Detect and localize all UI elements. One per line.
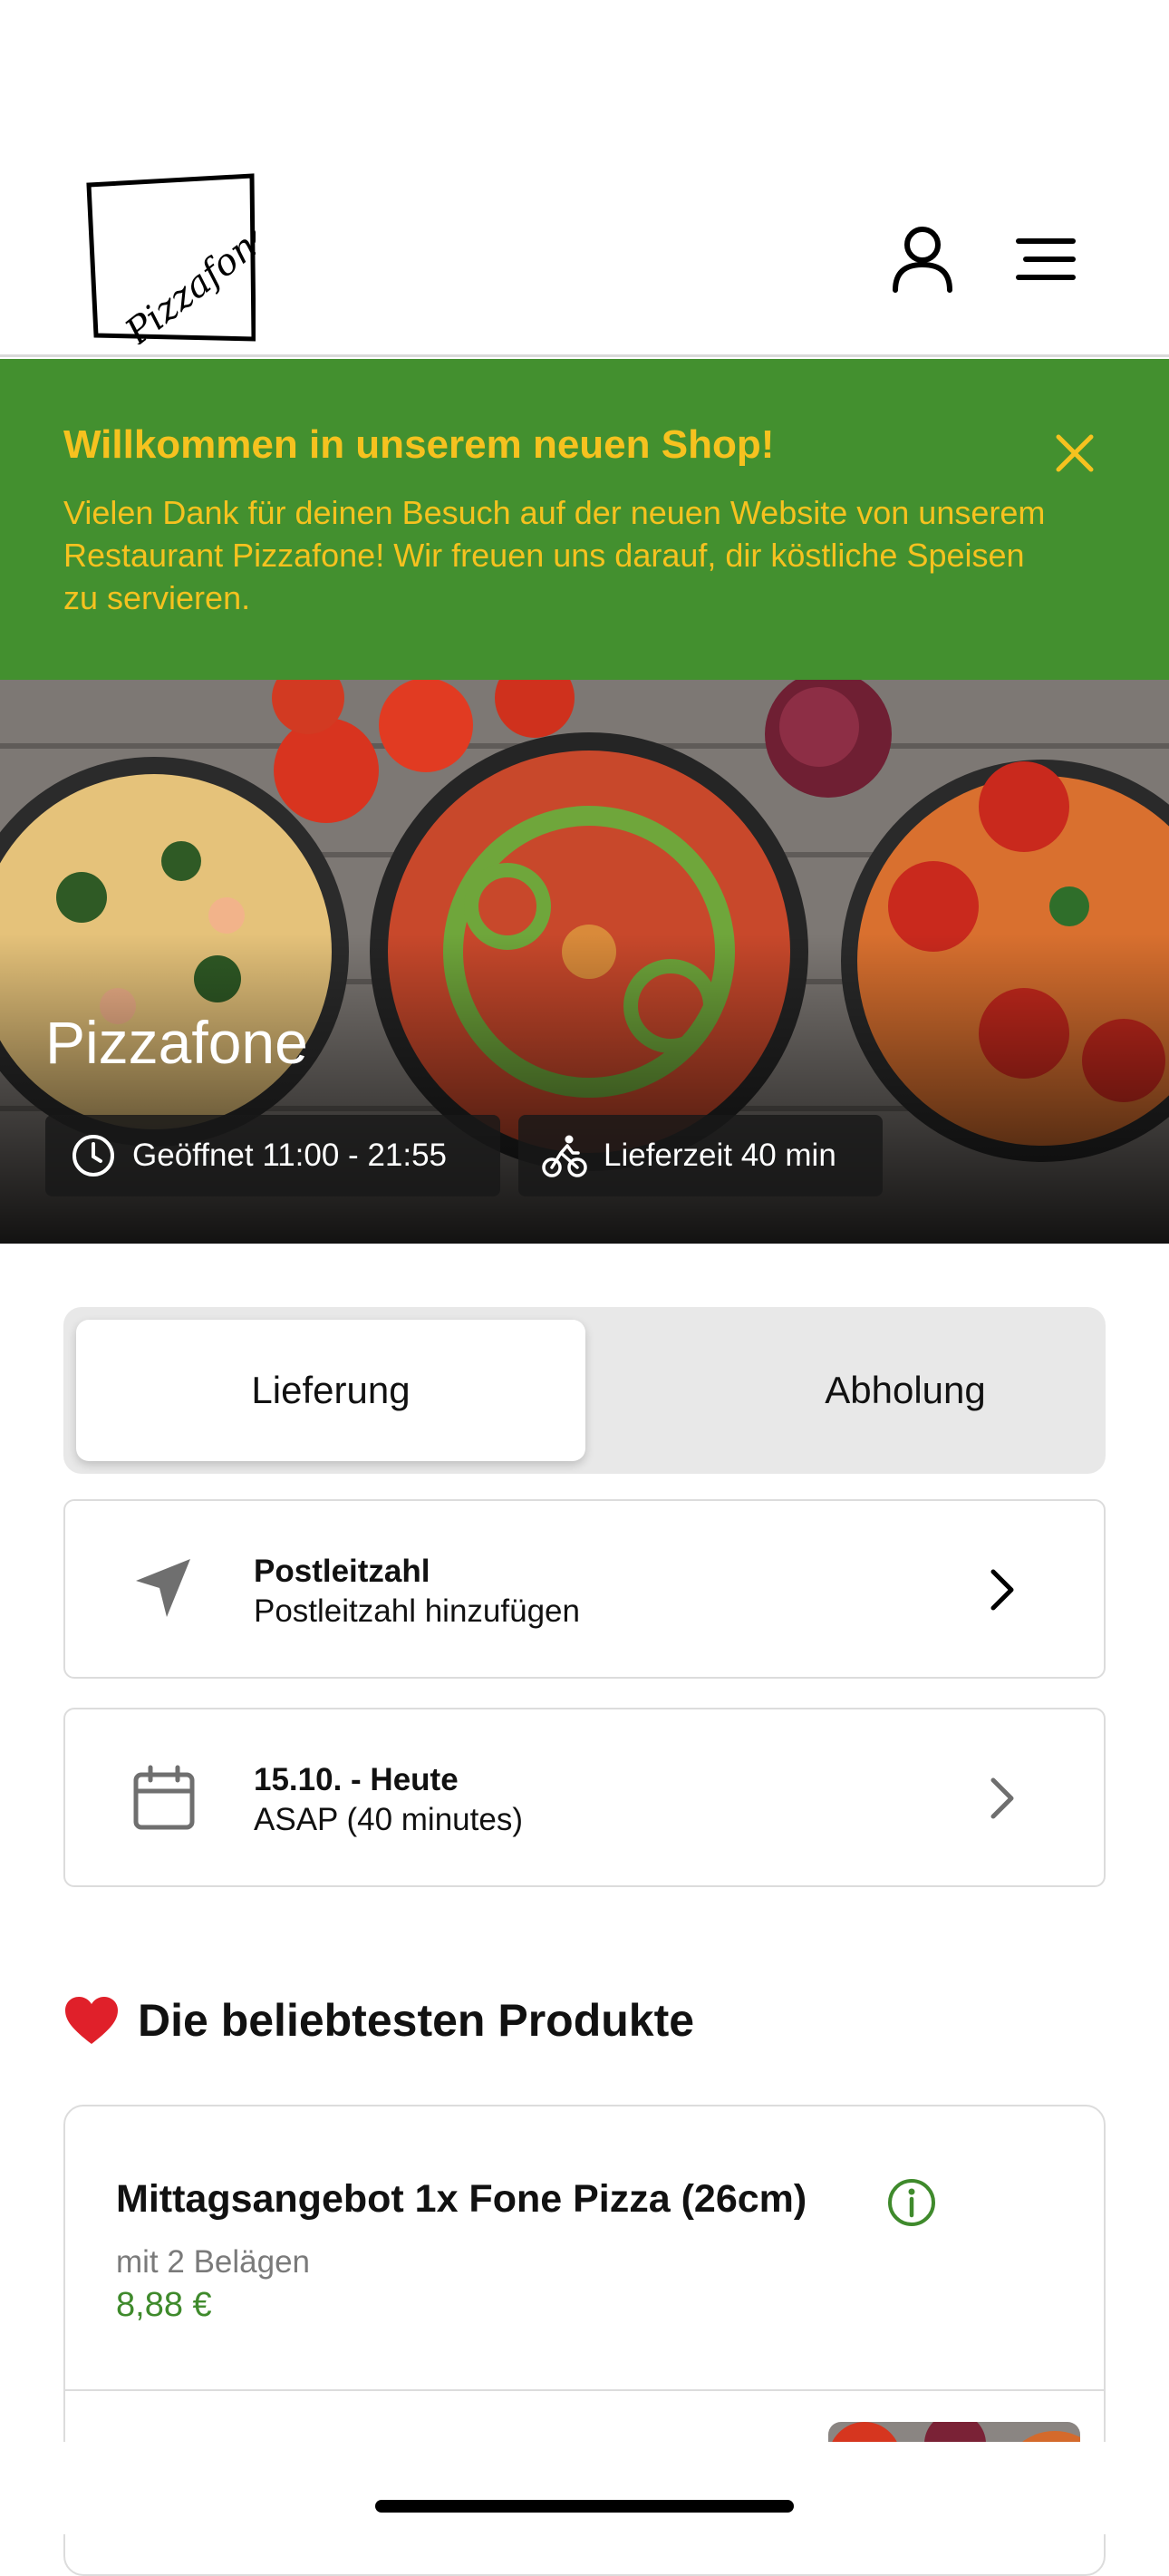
delivery-time-text: Lieferzeit 40 min [604,1138,836,1173]
popular-products-heading: Die beliebtesten Produkte [63,1994,694,2047]
user-account-icon[interactable] [886,223,959,295]
popular-products-title: Die beliebtesten Produkte [138,1995,695,2046]
calendar-icon [133,1765,195,1830]
location-arrow-icon [136,1559,190,1617]
product-description: mit 2 Belägen [116,2244,311,2280]
postcode-subtitle: Postleitzahl hinzufügen [254,1593,580,1629]
home-indicator[interactable] [375,2500,794,2513]
close-icon[interactable] [1051,430,1098,477]
delivery-date-card[interactable]: 15.10. - Heute ASAP (40 minutes) [63,1708,1106,1887]
tab-pickup-label: Abholung [825,1369,986,1411]
delivery-date-title: 15.10. - Heute [254,1762,459,1797]
opening-hours-text: Geöffnet 11:00 - 21:55 [132,1138,448,1173]
delivery-date-subtitle: ASAP (40 minutes) [254,1802,523,1837]
tab-delivery-label: Lieferung [251,1369,411,1411]
opening-hours-badge: Geöffnet 11:00 - 21:55 [45,1115,500,1196]
chevron-right-icon [990,1777,1014,1819]
delivery-time-badge: Lieferzeit 40 min [518,1115,883,1196]
banner-title: Willkommen in unserem neuen Shop! [63,422,775,467]
restaurant-name: Pizzafone [45,1009,308,1076]
product-divider [65,2389,1104,2391]
menu-hamburger-icon[interactable] [1010,223,1082,295]
product-price: 8,88 € [116,2286,212,2324]
product-name: Mittagsangebot 1x Fone Pizza (26cm) [116,2177,807,2221]
site-header: Pizzafone [0,0,1169,357]
pizzafone-logo[interactable]: Pizzafone [83,172,256,344]
postcode-card[interactable]: Postleitzahl Postleitzahl hinzufügen [63,1499,1106,1679]
chevron-right-icon [990,1569,1014,1611]
banner-text: Vielen Dank für deinen Besuch auf der ne… [63,494,1046,616]
order-type-toggle: Lieferung Abholung [63,1307,1106,1474]
tab-pickup[interactable]: Abholung [651,1320,1160,1461]
svg-text:Pizzafone: Pizzafone [117,212,256,344]
postcode-title: Postleitzahl [254,1554,430,1589]
tab-delivery[interactable]: Lieferung [76,1320,585,1461]
heart-icon [65,1997,118,2044]
bottom-safe-area [0,2442,1169,2534]
clock-icon [72,1135,114,1177]
bicycle-courier-icon [542,1135,587,1177]
info-icon[interactable] [886,2177,937,2228]
